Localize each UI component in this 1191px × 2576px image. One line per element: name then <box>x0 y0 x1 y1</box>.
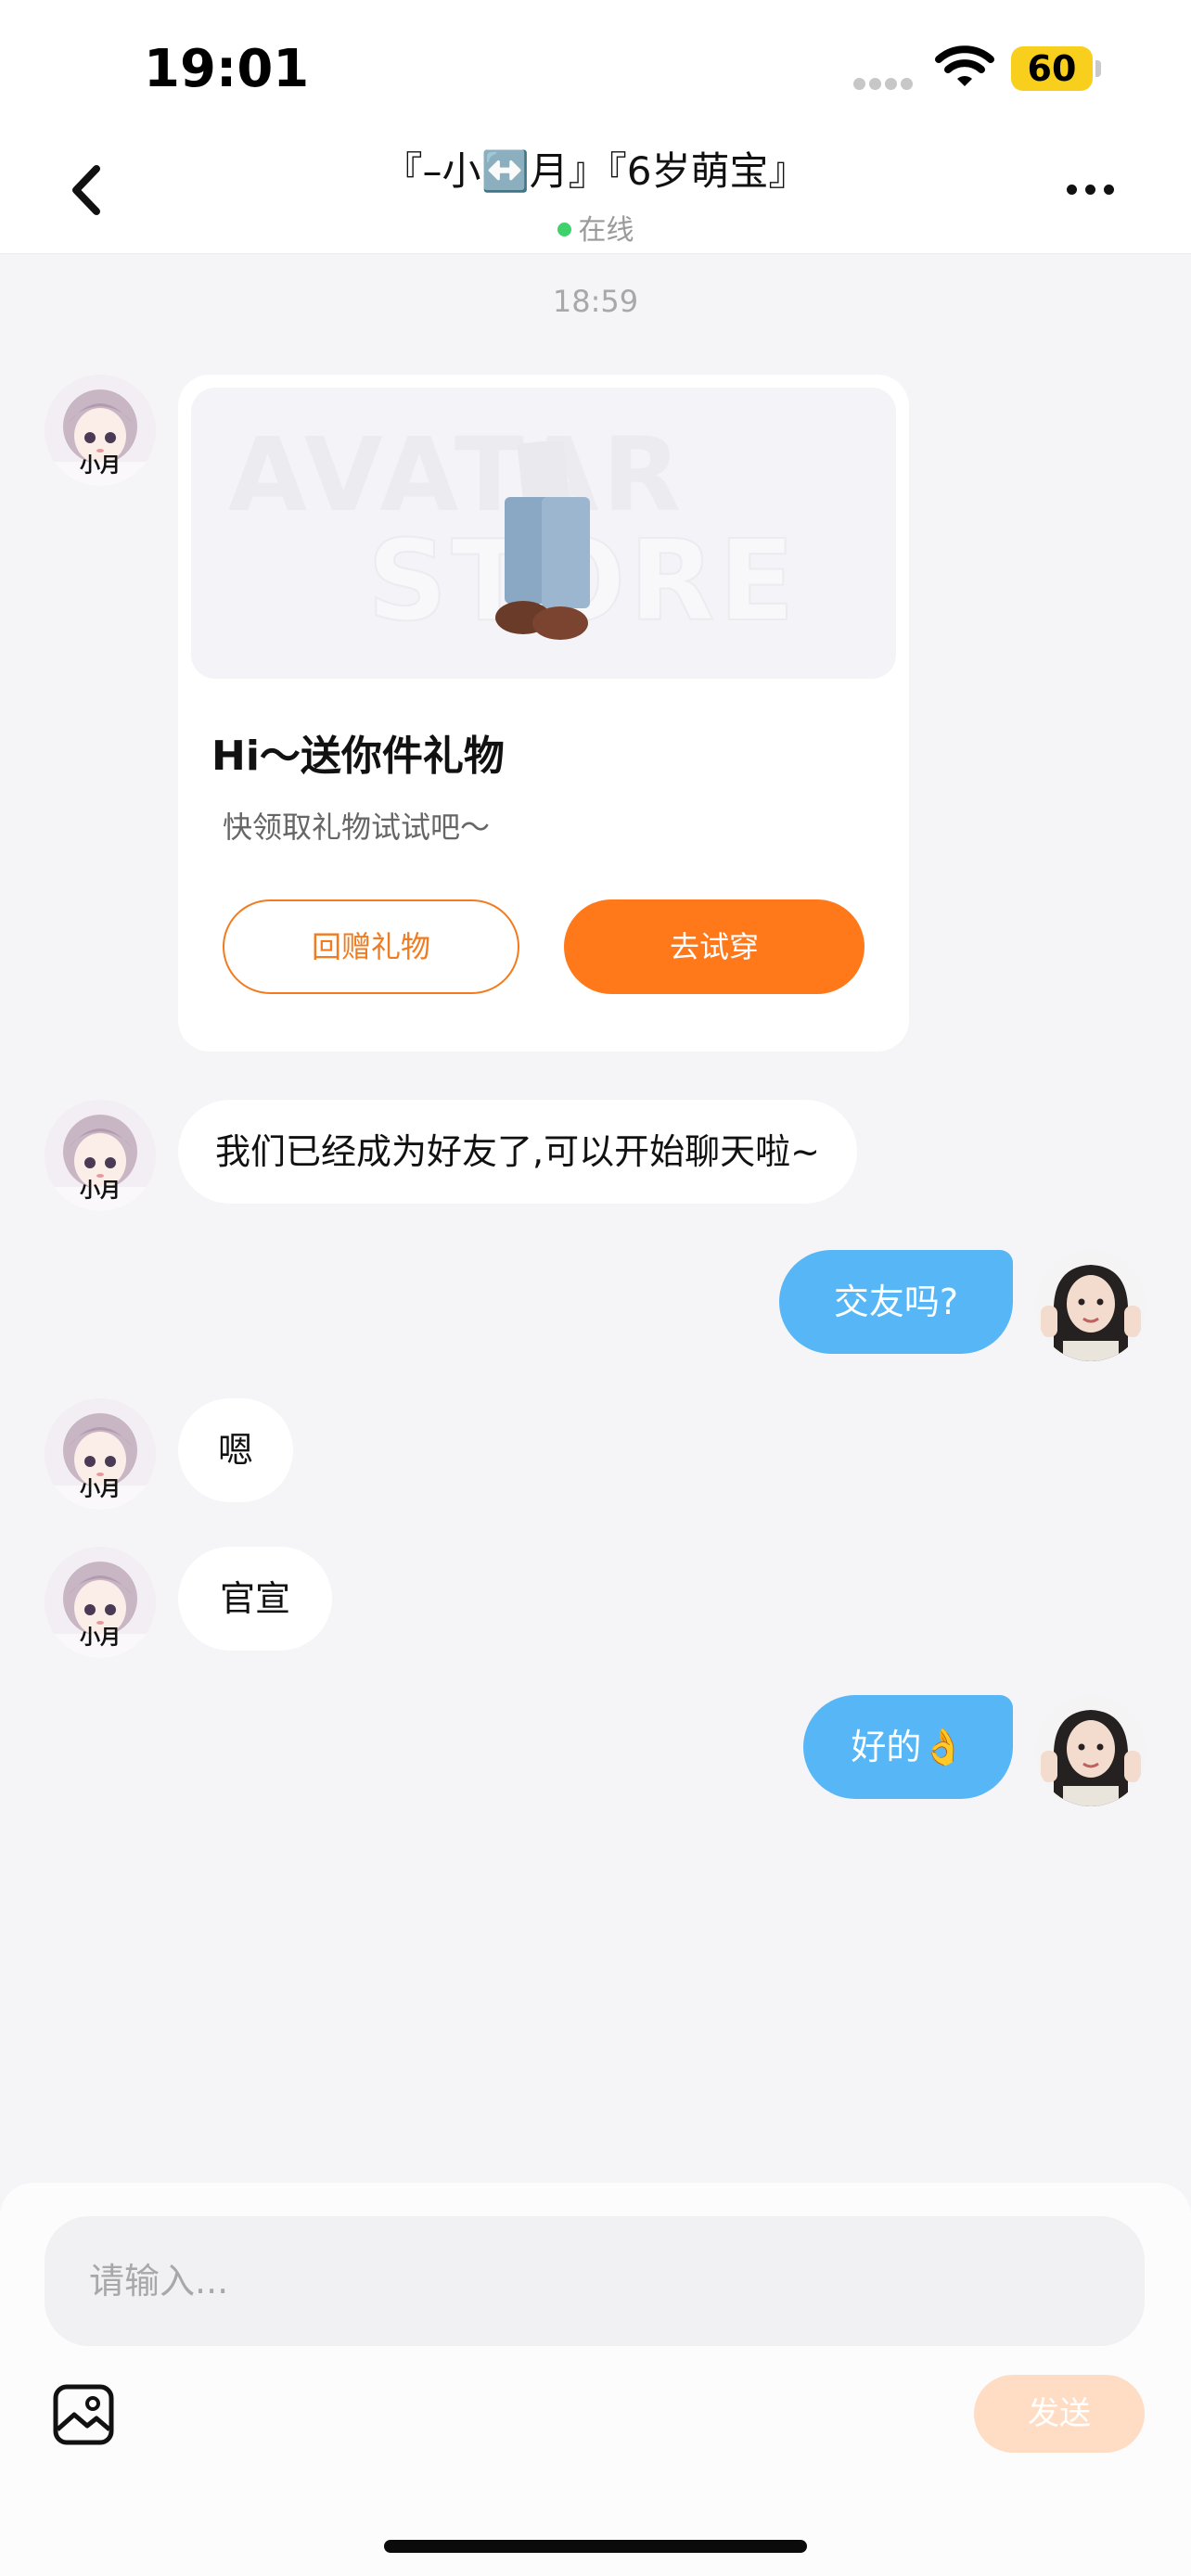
online-dot-icon <box>557 223 571 236</box>
message-input[interactable] <box>45 2216 1145 2346</box>
contact-avatar[interactable]: 小月 <box>45 1100 156 1211</box>
message-text: 嗯 <box>217 1430 253 1471</box>
my-avatar[interactable] <box>1035 1695 1146 1806</box>
avatar-badge: 小月 <box>79 1180 121 1203</box>
contact-avatar[interactable]: 小月 <box>45 1547 156 1658</box>
home-indicator[interactable] <box>384 2540 807 2553</box>
status-bar: 19:01 60 <box>0 0 1191 134</box>
return-gift-button[interactable]: 回赠礼物 <box>223 899 519 994</box>
message-bubble-sent[interactable]: 交友吗? <box>779 1250 1013 1354</box>
chat-header: 『–小↔️月』『6岁萌宝』 在线 <box>0 134 1191 254</box>
gift-card[interactable]: AVATAR STORE Hi～送你件礼物 快领取礼物试试吧～ 回赠礼物 去试穿 <box>178 375 909 1052</box>
send-button[interactable]: 发送 <box>974 2375 1145 2453</box>
avatar-badge: 小月 <box>79 454 121 478</box>
chat-title: 『–小↔️月』『6岁萌宝』 <box>383 148 808 194</box>
gift-subtitle: 快领取礼物试试吧～ <box>223 810 491 845</box>
my-avatar-image <box>1035 1250 1146 1361</box>
contact-avatar[interactable]: 小月 <box>45 1398 156 1510</box>
gift-image: AVATAR STORE <box>191 388 896 679</box>
online-status-label: 在线 <box>578 214 634 247</box>
more-horizontal-icon <box>1067 181 1122 198</box>
message-bubble-sent[interactable]: 好的👌 <box>803 1695 1013 1799</box>
contact-avatar[interactable]: 小月 <box>45 375 156 486</box>
avatar-badge: 小月 <box>79 1478 121 1501</box>
battery-tip <box>1095 60 1101 77</box>
jeans-icon <box>495 441 590 640</box>
message-text: 交友吗? <box>833 1282 959 1322</box>
image-icon <box>53 2384 114 2445</box>
message-text: 好的👌 <box>851 1727 966 1767</box>
my-avatar[interactable] <box>1035 1250 1146 1361</box>
battery-indicator: 60 <box>1011 46 1093 91</box>
message-text: 官宣 <box>219 1578 290 1619</box>
battery-level: 60 <box>1027 48 1077 89</box>
image-button[interactable] <box>52 2383 115 2446</box>
composer: 发送 <box>0 2183 1191 2576</box>
status-time: 19:01 <box>144 39 310 99</box>
chat-timestamp: 18:59 <box>552 284 639 319</box>
message-bubble-received[interactable]: 官宣 <box>178 1547 332 1651</box>
my-avatar-image <box>1035 1695 1146 1806</box>
gift-title: Hi～送你件礼物 <box>211 733 505 780</box>
more-button[interactable] <box>1067 181 1126 199</box>
message-bubble-received[interactable]: 我们已经成为好友了,可以开始聊天啦~ <box>178 1100 857 1204</box>
signal-icon <box>853 76 918 90</box>
try-on-button[interactable]: 去试穿 <box>564 899 864 994</box>
online-status: 在线 <box>0 207 1191 248</box>
wifi-icon <box>935 45 994 93</box>
message-text: 我们已经成为好友了,可以开始聊天啦~ <box>215 1131 820 1172</box>
message-bubble-received[interactable]: 嗯 <box>178 1398 293 1502</box>
avatar-badge: 小月 <box>79 1626 121 1650</box>
